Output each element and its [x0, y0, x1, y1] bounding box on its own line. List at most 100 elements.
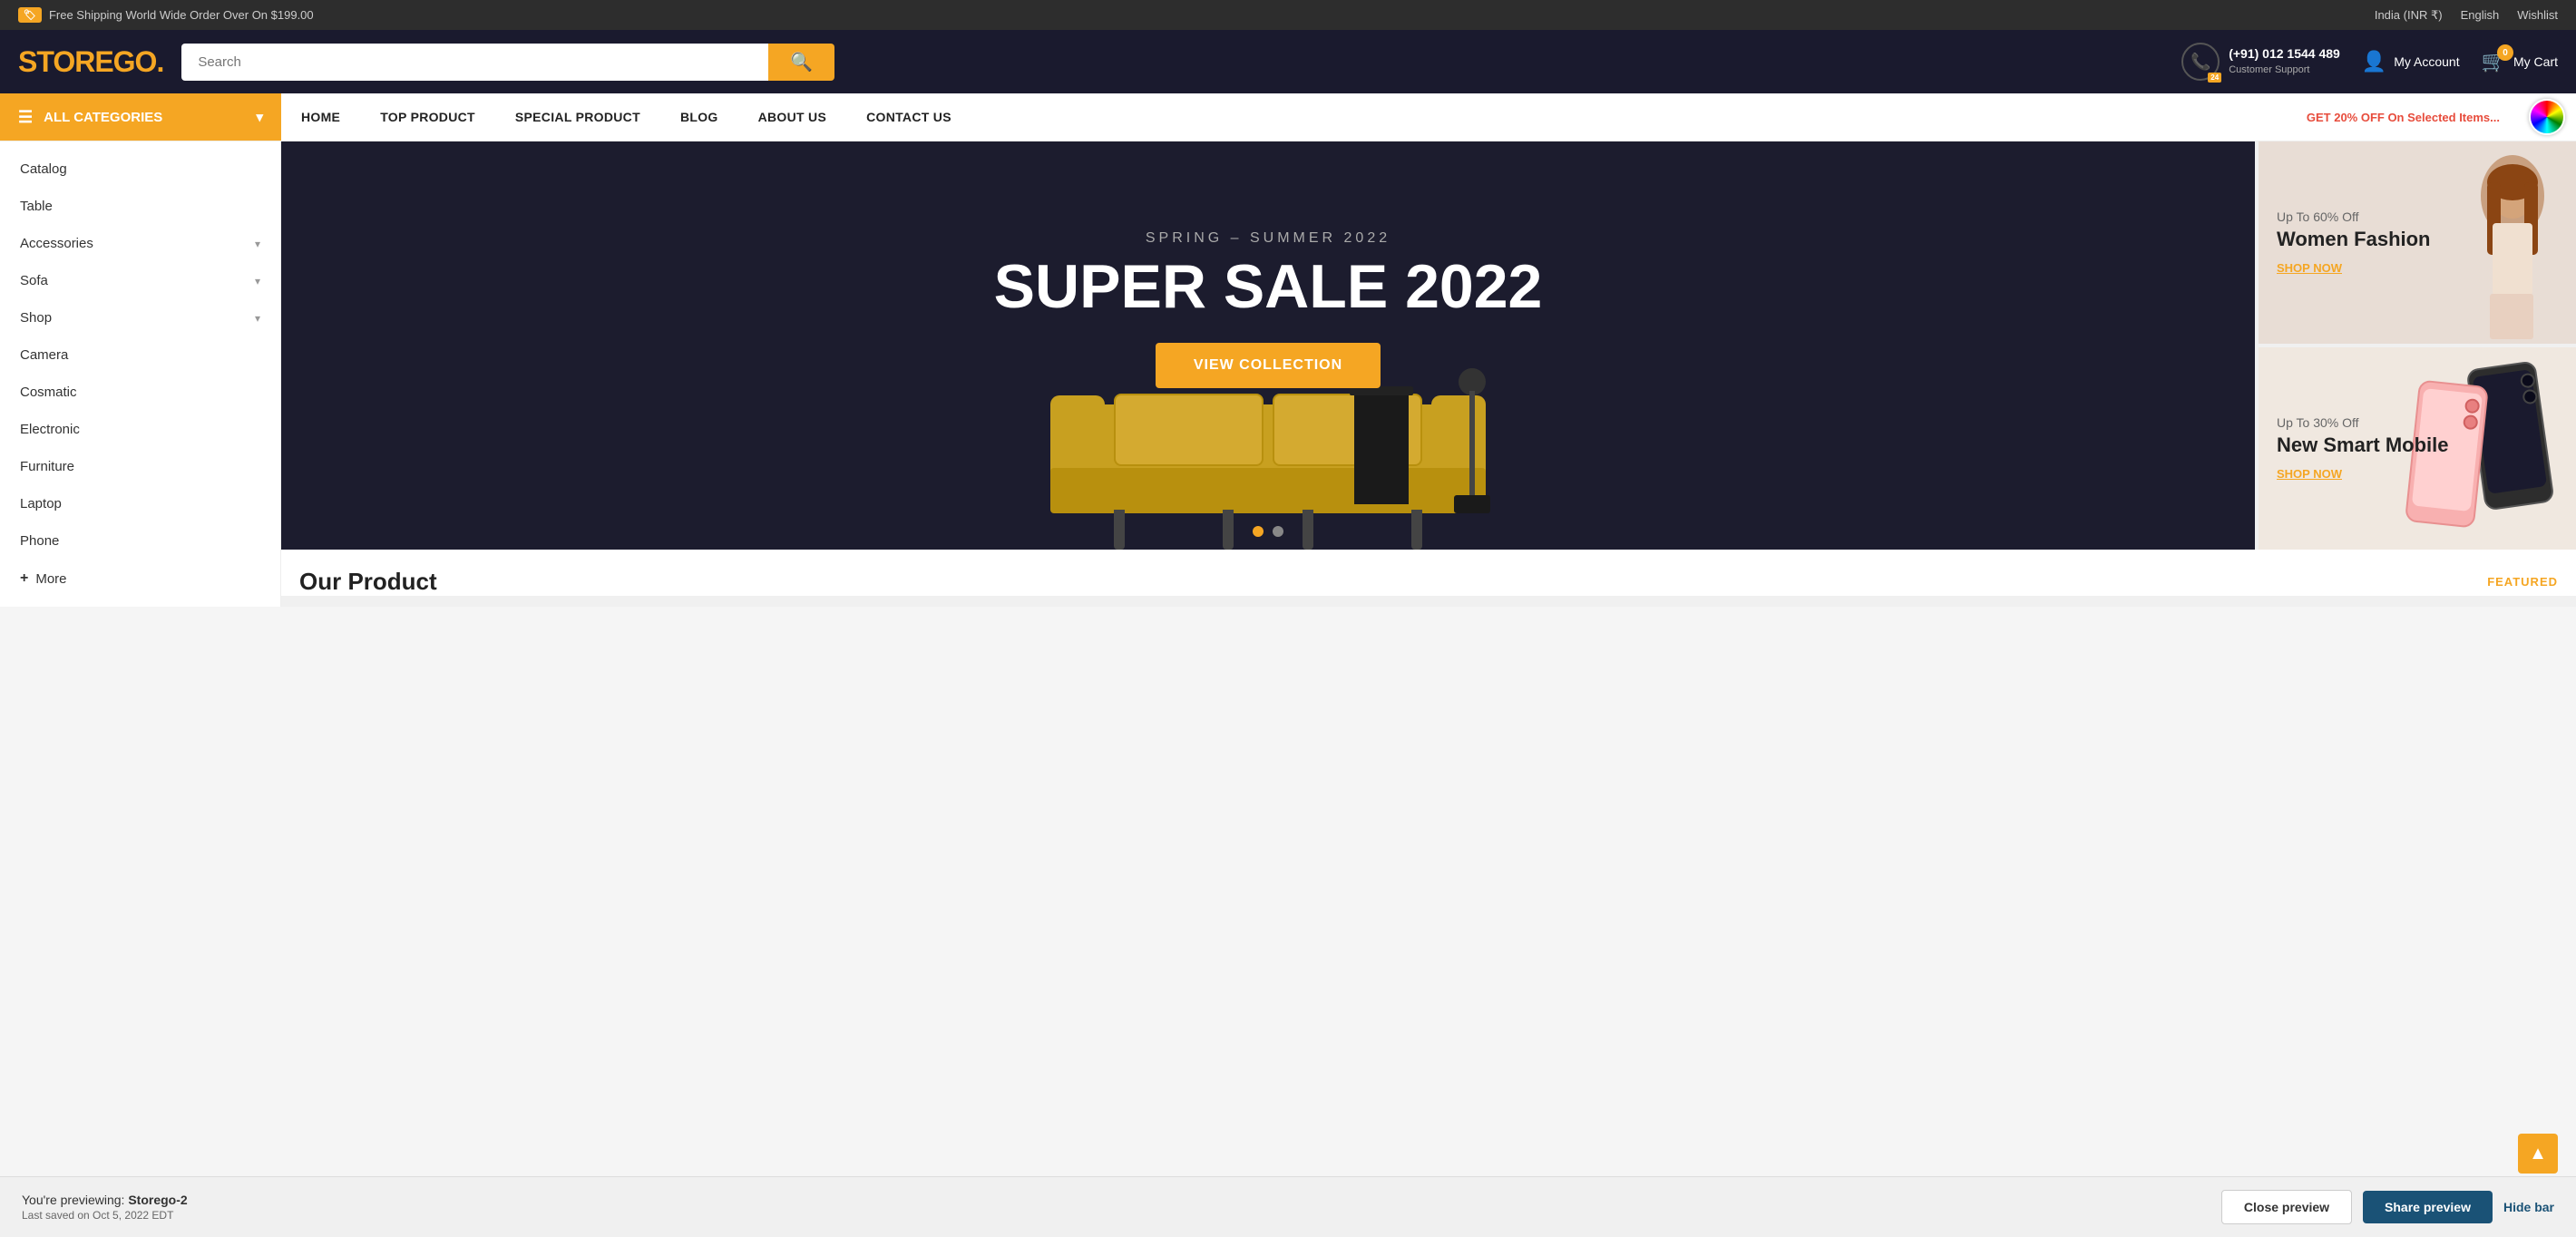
sidebar-item-table[interactable]: Table [0, 188, 280, 225]
sofa-leg-3 [1303, 510, 1313, 550]
cart-icon-wrap: 🛒 0 [2482, 50, 2506, 73]
back-to-top-button[interactable]: ▲ [2518, 1134, 2558, 1174]
nav-item-home[interactable]: HOME [281, 93, 360, 141]
sidebar-label-furniture: Furniture [20, 459, 74, 474]
sidebar-item-catalog[interactable]: Catalog [0, 151, 280, 188]
hero-area: SPRING – SUMMER 2022 SUPER SALE 2022 Vie… [281, 141, 2576, 607]
shipping-tag-icon: 🏷 [18, 7, 42, 23]
chevron-icon: ▾ [255, 238, 260, 250]
banner1-cta[interactable]: SHOP NOW [2277, 261, 2342, 275]
arrow-up-icon: ▲ [2529, 1144, 2547, 1164]
sidebar-label-cosmatic: Cosmatic [20, 385, 77, 400]
slider-dot-1[interactable] [1253, 526, 1264, 537]
hero-content: SPRING – SUMMER 2022 SUPER SALE 2022 Vie… [976, 212, 1561, 406]
nav-item-contact-us[interactable]: CONTACT US [846, 93, 971, 141]
sidebar-label-camera: Camera [20, 347, 68, 363]
sidebar-item-phone[interactable]: Phone [0, 522, 280, 560]
plus-icon: + [20, 570, 28, 587]
sidebar-label-laptop: Laptop [20, 496, 62, 511]
hero-cta-button[interactable]: View Collection [1156, 343, 1381, 388]
support-phone: (+91) 012 1544 489 [2229, 46, 2340, 61]
preview-text: You're previewing: Storego-2 Last saved … [22, 1193, 188, 1222]
banner2-content: Up To 30% Off New Smart Mobile SHOP NOW [2277, 415, 2558, 482]
language-selector[interactable]: English [2461, 8, 2500, 22]
sidebar-item-electronic[interactable]: Electronic [0, 411, 280, 448]
sidebar-label-accessories: Accessories [20, 236, 93, 251]
banner2-cta[interactable]: SHOP NOW [2277, 467, 2342, 481]
sidebar-more-label: More [35, 571, 66, 587]
sidebar-item-cosmatic[interactable]: Cosmatic [0, 374, 280, 411]
region-selector[interactable]: India (INR ₹) [2375, 8, 2443, 23]
sidebar-label-table: Table [20, 199, 53, 214]
shipping-text: Free Shipping World Wide Order Over On $… [49, 8, 314, 22]
logo[interactable]: STOREGO. [18, 45, 163, 79]
search-input[interactable] [181, 44, 768, 81]
sofa-seat [1050, 468, 1486, 513]
banner1-tag: Up To 60% Off [2277, 209, 2558, 224]
all-categories-button[interactable]: ☰ ALL CATEGORIES ▾ [0, 93, 281, 141]
banner1-content: Up To 60% Off Women Fashion SHOP NOW [2277, 209, 2558, 277]
banner2-title: New Smart Mobile [2277, 433, 2558, 457]
all-categories-label: ALL CATEGORIES [44, 110, 162, 125]
nav-menu: HOME TOP PRODUCT SPECIAL PRODUCT BLOG AB… [281, 93, 2576, 141]
logo-text-2: GO. [113, 45, 164, 78]
sidebar-item-accessories[interactable]: Accessories ▾ [0, 225, 280, 262]
sidebar-label-electronic: Electronic [20, 422, 80, 437]
lamp-base [1454, 495, 1490, 513]
nav-promo: GET 20% OFF On Selected Items... [2288, 94, 2518, 141]
sidebar-item-sofa[interactable]: Sofa ▾ [0, 262, 280, 299]
nav-item-blog[interactable]: BLOG [660, 93, 738, 141]
products-header: Our Product FEATURED [299, 568, 2558, 596]
nav-item-about-us[interactable]: ABOUT US [738, 93, 847, 141]
last-saved-text: Last saved on Oct 5, 2022 EDT [22, 1209, 188, 1222]
sidebar-item-furniture[interactable]: Furniture [0, 448, 280, 485]
chevron-icon: ▾ [255, 312, 260, 325]
hamburger-icon: ☰ [18, 108, 33, 127]
main-content: Catalog Table Accessories ▾ Sofa ▾ Shop … [0, 141, 2576, 607]
store-name: Storego-2 [128, 1193, 187, 1207]
color-wheel-icon[interactable] [2529, 99, 2565, 135]
products-tab-featured[interactable]: FEATURED [2487, 575, 2558, 589]
banner-smart-mobile: Up To 30% Off New Smart Mobile SHOP NOW [2259, 347, 2576, 550]
account-icon: 👤 [2362, 50, 2386, 73]
side-table-body [1354, 395, 1409, 504]
sidebar-item-camera[interactable]: Camera [0, 336, 280, 374]
wishlist-link[interactable]: Wishlist [2517, 8, 2558, 22]
sidebar-label-shop: Shop [20, 310, 52, 326]
nav-item-special-product[interactable]: SPECIAL PRODUCT [495, 93, 660, 141]
sidebar-label-sofa: Sofa [20, 273, 48, 288]
sidebar-label-catalog: Catalog [20, 161, 67, 177]
nav-item-top-product[interactable]: TOP PRODUCT [360, 93, 495, 141]
account-button[interactable]: 👤 My Account [2362, 50, 2460, 73]
support-label: Customer Support [2229, 64, 2309, 75]
sidebar-more-button[interactable]: + More [0, 560, 280, 598]
preview-info: You're previewing: Storego-2 Last saved … [22, 1193, 188, 1222]
share-preview-button[interactable]: Share preview [2363, 1191, 2493, 1223]
support-text: (+91) 012 1544 489 Customer Support [2229, 46, 2340, 77]
chevron-icon: ▾ [255, 275, 260, 287]
top-bar: 🏷 Free Shipping World Wide Order Over On… [0, 0, 2576, 30]
sofa-leg-2 [1223, 510, 1234, 550]
chevron-down-icon: ▾ [256, 109, 263, 125]
support-icon: 📞 24 [2181, 43, 2220, 81]
nav-wrapper: ☰ ALL CATEGORIES ▾ HOME TOP PRODUCT SPEC… [0, 93, 2576, 141]
cart-label: My Cart [2513, 54, 2558, 69]
search-button[interactable]: 🔍 [768, 44, 834, 81]
sidebar: Catalog Table Accessories ▾ Sofa ▾ Shop … [0, 141, 281, 607]
cart-button[interactable]: 🛒 0 My Cart [2482, 50, 2558, 73]
slider-dots [1253, 526, 1283, 537]
preview-actions: Close preview Share preview Hide bar [2221, 1190, 2554, 1224]
header: STOREGO. 🔍 📞 24 (+91) 012 1544 489 Custo… [0, 30, 2576, 93]
banner-women-fashion: Up To 60% Off Women Fashion SHOP NOW [2259, 141, 2576, 344]
logo-text-1: STORE [18, 45, 113, 78]
hide-bar-button[interactable]: Hide bar [2503, 1200, 2554, 1214]
account-label: My Account [2394, 54, 2459, 69]
close-preview-button[interactable]: Close preview [2221, 1190, 2352, 1224]
cart-badge: 0 [2497, 44, 2513, 61]
right-banners: Up To 60% Off Women Fashion SHOP NOW [2259, 141, 2576, 550]
promo-text: GET 20% OFF On Selected Items... [2307, 111, 2500, 124]
sidebar-item-shop[interactable]: Shop ▾ [0, 299, 280, 336]
slider-dot-2[interactable] [1273, 526, 1283, 537]
support-badge: 24 [2208, 73, 2221, 83]
sidebar-item-laptop[interactable]: Laptop [0, 485, 280, 522]
